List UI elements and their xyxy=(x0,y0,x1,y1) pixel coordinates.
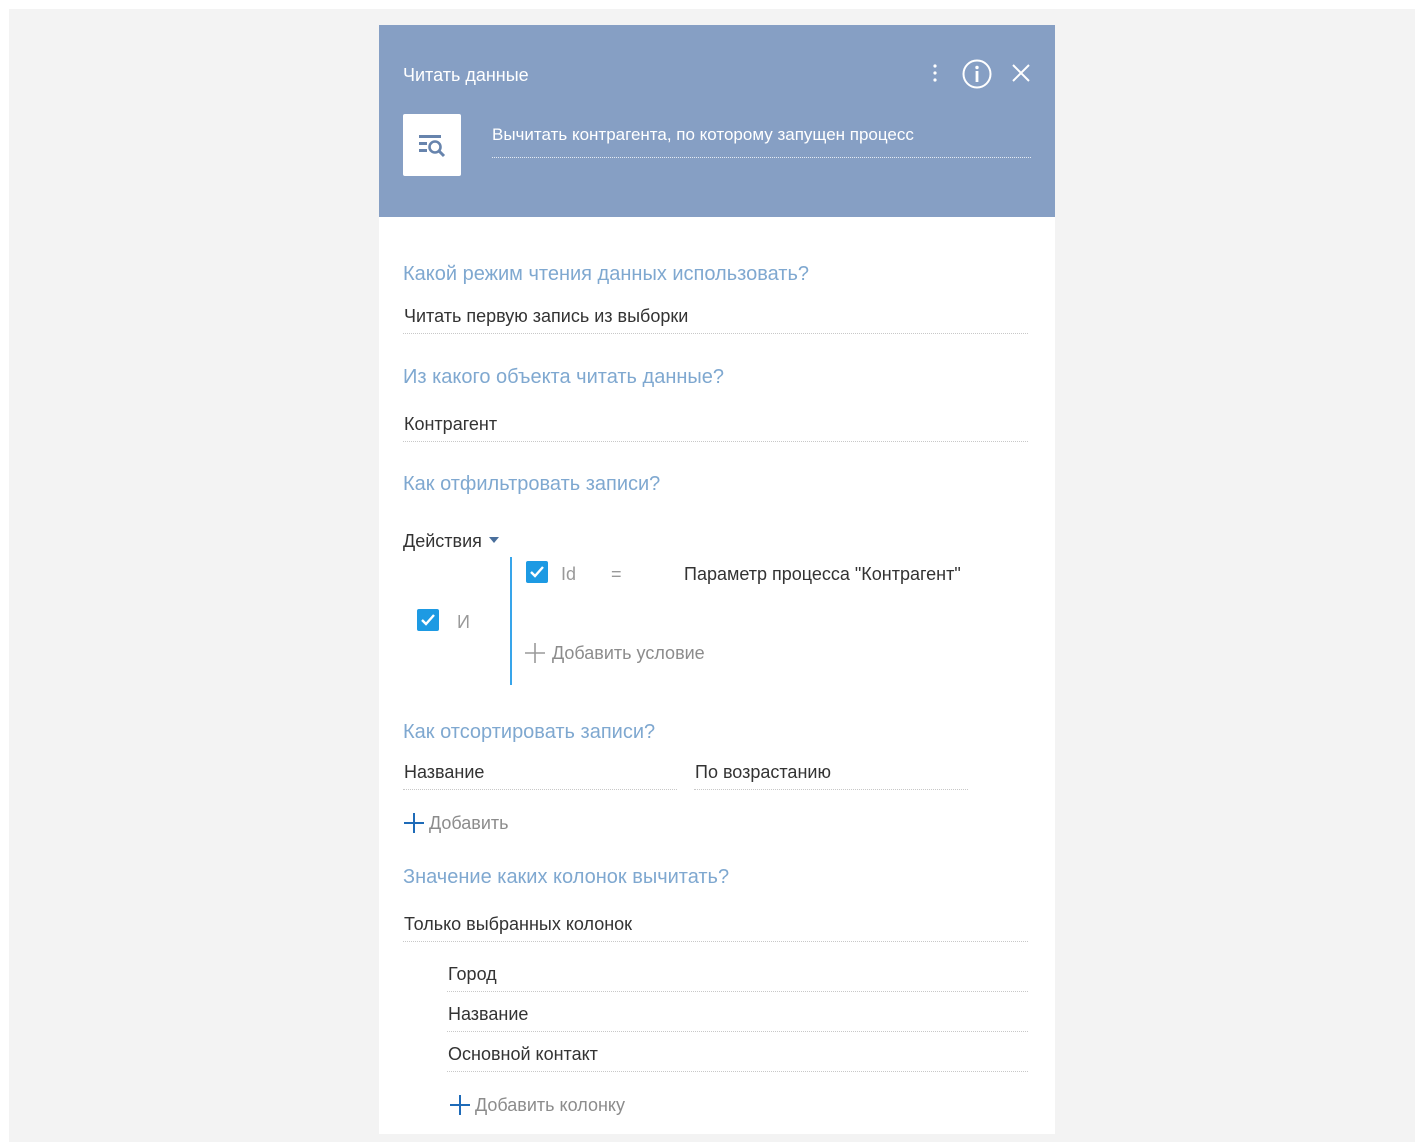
column-item[interactable]: Город xyxy=(447,955,1028,992)
read-mode-select[interactable]: Читать первую запись из выборки xyxy=(403,299,1028,334)
object-question: Из какого объекта читать данные? xyxy=(403,366,725,388)
column-item-label: Основной контакт xyxy=(448,1044,598,1064)
element-description: Вычитать контрагента, по которому запуще… xyxy=(492,125,914,144)
sort-column-value: Название xyxy=(404,762,485,782)
sort-direction-select[interactable]: По возрастанию xyxy=(694,755,968,790)
column-item[interactable]: Название xyxy=(447,996,1028,1032)
group-operator[interactable]: И xyxy=(457,612,470,633)
columns-mode-value: Только выбранных колонок xyxy=(404,914,633,934)
object-value: Контрагент xyxy=(404,414,498,434)
more-vertical-icon[interactable] xyxy=(925,60,945,86)
info-icon[interactable] xyxy=(961,58,993,90)
condition-value[interactable]: Параметр процесса "Контрагент" xyxy=(684,564,961,585)
columns-mode-select[interactable]: Только выбранных колонок xyxy=(403,907,1028,942)
actions-dropdown[interactable]: Действия xyxy=(403,531,499,552)
sort-column-select[interactable]: Название xyxy=(403,755,677,790)
plus-icon xyxy=(525,643,545,663)
condition-checkbox[interactable] xyxy=(526,561,548,583)
read-mode-value: Читать первую запись из выборки xyxy=(404,306,689,326)
close-icon[interactable] xyxy=(1007,59,1035,87)
condition-column[interactable]: Id xyxy=(561,564,576,585)
object-select[interactable]: Контрагент xyxy=(403,407,1028,442)
group-checkbox[interactable] xyxy=(417,609,439,631)
read-data-icon xyxy=(403,114,461,176)
plus-icon xyxy=(450,1095,470,1115)
filter-question: Как отфильтровать записи? xyxy=(403,473,661,495)
sort-question: Как отсортировать записи? xyxy=(403,721,656,743)
plus-icon xyxy=(404,813,424,833)
panel-title: Читать данные xyxy=(403,65,529,85)
column-item-label: Город xyxy=(448,964,497,984)
columns-question: Значение каких колонок вычитать? xyxy=(403,866,730,888)
add-condition-link[interactable]: Добавить условие xyxy=(524,642,705,664)
add-column-label: Добавить колонку xyxy=(475,1094,625,1115)
column-item[interactable]: Основной контакт xyxy=(447,1036,1028,1072)
filter-group-line xyxy=(510,557,512,685)
add-sort-label: Добавить xyxy=(429,812,509,833)
element-description-field[interactable]: Вычитать контрагента, по которому запуще… xyxy=(492,123,1031,158)
add-condition-label: Добавить условие xyxy=(552,642,705,663)
condition-operator[interactable]: = xyxy=(611,564,622,585)
column-item-label: Название xyxy=(448,1004,529,1024)
actions-label: Действия xyxy=(403,531,482,551)
read-data-panel: Читать данные Вычитать контрагента, по к… xyxy=(379,25,1055,1134)
caret-down-icon xyxy=(488,536,499,543)
sort-direction-value: По возрастанию xyxy=(695,762,831,782)
add-column-link[interactable]: Добавить колонку xyxy=(449,1094,625,1116)
panel-header: Читать данные Вычитать контрагента, по к… xyxy=(379,25,1055,217)
add-sort-link[interactable]: Добавить xyxy=(403,812,509,834)
read-mode-question: Какой режим чтения данных использовать? xyxy=(403,263,810,285)
